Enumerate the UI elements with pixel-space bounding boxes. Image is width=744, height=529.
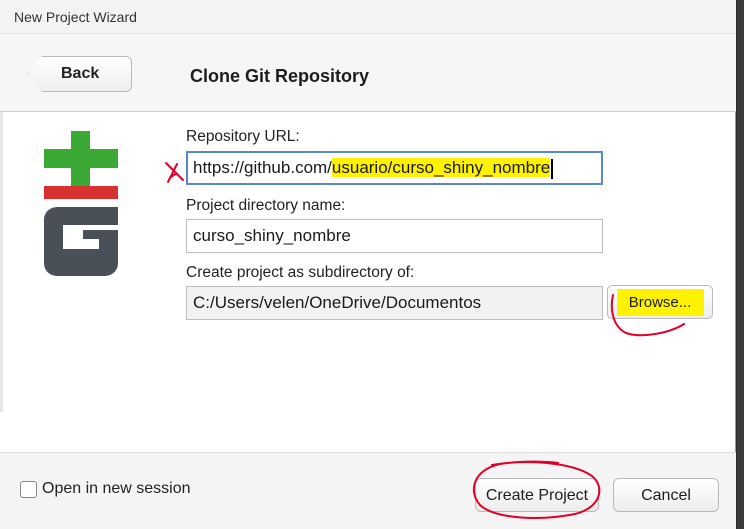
open-new-session-checkbox[interactable] (20, 481, 37, 498)
create-project-button[interactable]: Create Project (475, 478, 599, 512)
url-part-repo: curso_shiny (392, 158, 484, 177)
project-directory-label: Project directory name: (186, 197, 346, 214)
cancel-button[interactable]: Cancel (613, 478, 719, 512)
new-project-wizard-dialog: New Project Wizard Back Clone Git Reposi… (0, 0, 736, 529)
subdirectory-input[interactable]: C:/Users/velen/OneDrive/Documentos (186, 286, 603, 320)
background-window-edge (737, 0, 744, 529)
back-button[interactable]: Back (28, 56, 132, 92)
project-directory-input[interactable]: curso_shiny_nombre (186, 219, 603, 253)
repository-url-input[interactable]: https://github.com/usuario/curso_shiny_n… (186, 151, 603, 185)
title-bar: New Project Wizard (0, 0, 736, 34)
text-caret (551, 158, 553, 179)
window-title: New Project Wizard (14, 9, 137, 25)
back-button-label: Back (61, 65, 100, 82)
url-part-suffix: _nombre (483, 158, 551, 177)
repository-url-label: Repository URL: (186, 128, 300, 145)
open-new-session-label: Open in new session (42, 480, 191, 497)
cancel-label: Cancel (641, 487, 691, 504)
git-logo-icon (44, 131, 118, 276)
subdirectory-label: Create project as subdirectory of: (186, 264, 415, 281)
url-part-base: https://github.com/ (193, 158, 332, 177)
browse-button[interactable]: Browse... (607, 285, 713, 319)
left-edge (0, 112, 3, 412)
url-part-user: usuario/ (331, 158, 393, 177)
page-title: Clone Git Repository (190, 66, 370, 86)
create-project-label: Create Project (485, 487, 589, 504)
browse-button-label: Browse... (628, 294, 692, 311)
